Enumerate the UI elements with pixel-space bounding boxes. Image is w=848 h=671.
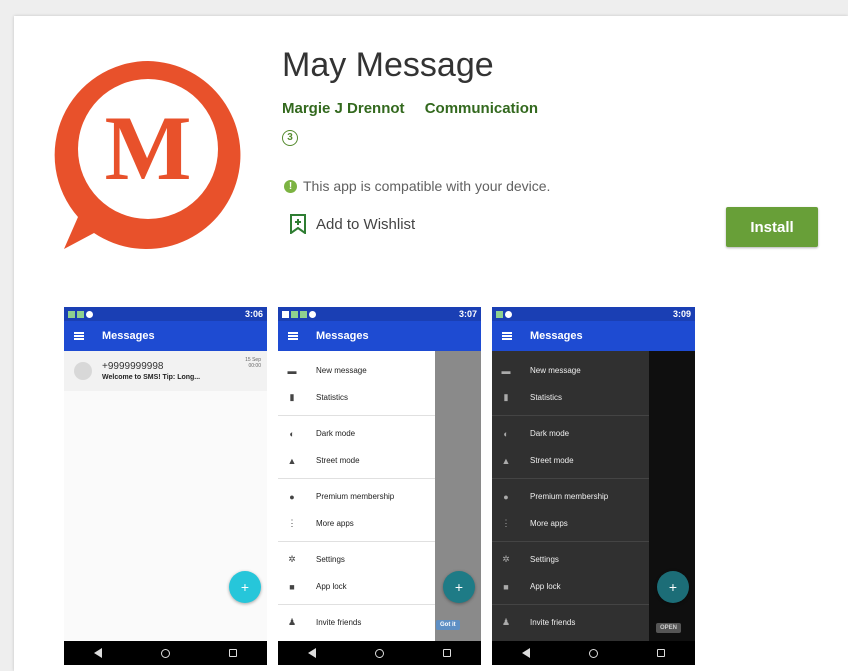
- nav-drawer: ▬ New message ▮ Statistics ◐ Dark mode ▲ Str…: [278, 351, 435, 641]
- compose-fab-icon: +: [443, 571, 475, 603]
- home-icon: [160, 648, 170, 658]
- menu-item-dark-mode: ◐ Dark mode: [492, 420, 649, 447]
- screenshot-2[interactable]: 3:07 Messages + Got it ▬ New message ▮ Sta…: [278, 307, 481, 665]
- people-icon: ♟: [287, 617, 297, 627]
- walk-icon: ▲: [287, 455, 297, 466]
- menu-item-app-lock: ■ App lock: [278, 573, 435, 600]
- compose-fab-icon: +: [229, 571, 261, 603]
- message-icon: ▬: [501, 365, 511, 376]
- conversation-date: 15 Sep 00:00: [245, 357, 261, 369]
- app-bar-title: Messages: [102, 330, 155, 342]
- svg-text:M: M: [105, 97, 192, 199]
- recents-icon: [657, 649, 666, 657]
- nav-drawer: ▬ New message ▮ Statistics ◐ Dark mode ▲ Str…: [492, 351, 649, 641]
- compatibility-text: This app is compatible with your device.: [303, 178, 551, 194]
- add-to-wishlist-button[interactable]: Add to Wishlist: [290, 214, 415, 234]
- menu-item-premium: ● Premium membership: [492, 483, 649, 510]
- app-logo-icon: M: [54, 61, 241, 249]
- status-bar: 3:07: [278, 307, 481, 321]
- moon-icon: ◐: [289, 428, 295, 439]
- menu-icon: [74, 332, 84, 340]
- menu-item-premium: ● Premium membership: [278, 483, 435, 510]
- menu-item-settings: ✲ Settings: [502, 554, 559, 564]
- info-icon: !: [284, 179, 297, 193]
- nav-bar: [492, 641, 695, 665]
- moon-icon: ◐: [503, 428, 509, 439]
- menu-item-dark-mode: ◐ Dark mode: [278, 420, 435, 447]
- people-icon: ♟: [501, 617, 511, 627]
- premium-icon: ●: [289, 491, 295, 502]
- promo-chip: Got it: [436, 620, 460, 630]
- category-link[interactable]: Communication: [425, 100, 538, 117]
- status-time: 3:07: [458, 309, 477, 319]
- promo-chip: OPEN: [656, 623, 682, 633]
- install-button[interactable]: Install: [726, 207, 818, 247]
- conversation-number: +9999999998: [102, 361, 164, 372]
- app-meta: Margie J Drennot Communication: [282, 100, 554, 117]
- recents-icon: [229, 649, 238, 657]
- app-bar: Messages: [64, 321, 267, 351]
- back-icon: [307, 648, 316, 658]
- app-bar-title: Messages: [530, 330, 583, 342]
- nav-bar: [64, 641, 267, 665]
- status-time: 3:09: [672, 309, 691, 319]
- wishlist-label: Add to Wishlist: [316, 215, 416, 233]
- compatibility-notice: ! This app is compatible with your devic…: [284, 178, 550, 194]
- developer-link[interactable]: Margie J Drennot: [282, 100, 405, 117]
- menu-item-invite: ♟ Invite friends: [287, 617, 362, 627]
- recents-icon: [443, 649, 452, 657]
- screenshot-1[interactable]: 3:06 Messages +9999999998 Welcome to SMS…: [64, 307, 267, 665]
- status-time: 3:06: [244, 309, 263, 319]
- back-icon: [93, 648, 102, 658]
- home-icon: [588, 648, 598, 658]
- menu-item-new-message: ▬ New message: [287, 365, 367, 376]
- back-icon: [521, 648, 530, 658]
- menu-item-street-mode: ▲ Street mode: [501, 455, 574, 466]
- menu-item-statistics: ▮ Statistics: [278, 384, 435, 411]
- home-icon: [374, 648, 384, 658]
- lock-icon: ■: [503, 581, 509, 592]
- menu-item-street-mode: ▲ Street mode: [287, 455, 360, 466]
- gear-icon: ✲: [288, 554, 296, 564]
- chart-icon: ▮: [289, 392, 295, 402]
- grid-icon: ⋮: [501, 518, 511, 528]
- nav-bar: [278, 641, 481, 665]
- status-bar: 3:06: [64, 307, 267, 321]
- menu-icon: [288, 332, 298, 340]
- app-bar: Messages: [492, 321, 695, 351]
- lock-icon: ■: [289, 581, 295, 592]
- compose-fab-icon: +: [657, 571, 689, 603]
- walk-icon: ▲: [501, 455, 511, 466]
- status-bar: 3:09: [492, 307, 695, 321]
- menu-item-settings: ✲ Settings: [288, 554, 345, 564]
- conversation-item: +9999999998 Welcome to SMS! Tip: Long...…: [64, 351, 267, 391]
- menu-item-app-lock: ■ App lock: [492, 573, 649, 600]
- menu-item-new-message: ▬ New message: [501, 365, 581, 376]
- chart-icon: ▮: [503, 392, 509, 402]
- avatar: [74, 362, 92, 380]
- screenshot-3[interactable]: 3:09 Messages + OPEN ▬ New message ▮ Stati…: [492, 307, 695, 665]
- conversation-snippet: Welcome to SMS! Tip: Long...: [102, 374, 201, 381]
- grid-icon: ⋮: [287, 518, 297, 528]
- gear-icon: ✲: [502, 554, 510, 564]
- app-bar: Messages: [278, 321, 481, 351]
- menu-item-statistics: ▮ Statistics: [492, 384, 649, 411]
- content-rating-badge: 3: [282, 130, 298, 146]
- menu-icon: [502, 332, 512, 340]
- menu-item-more-apps: ⋮ More apps: [501, 518, 568, 528]
- app-bar-title: Messages: [316, 330, 369, 342]
- message-icon: ▬: [287, 365, 297, 376]
- bookmark-plus-icon: [290, 214, 306, 234]
- premium-icon: ●: [503, 491, 509, 502]
- menu-item-invite: ♟ Invite friends: [501, 617, 576, 627]
- app-title: May Message: [282, 46, 494, 84]
- menu-item-more-apps: ⋮ More apps: [287, 518, 354, 528]
